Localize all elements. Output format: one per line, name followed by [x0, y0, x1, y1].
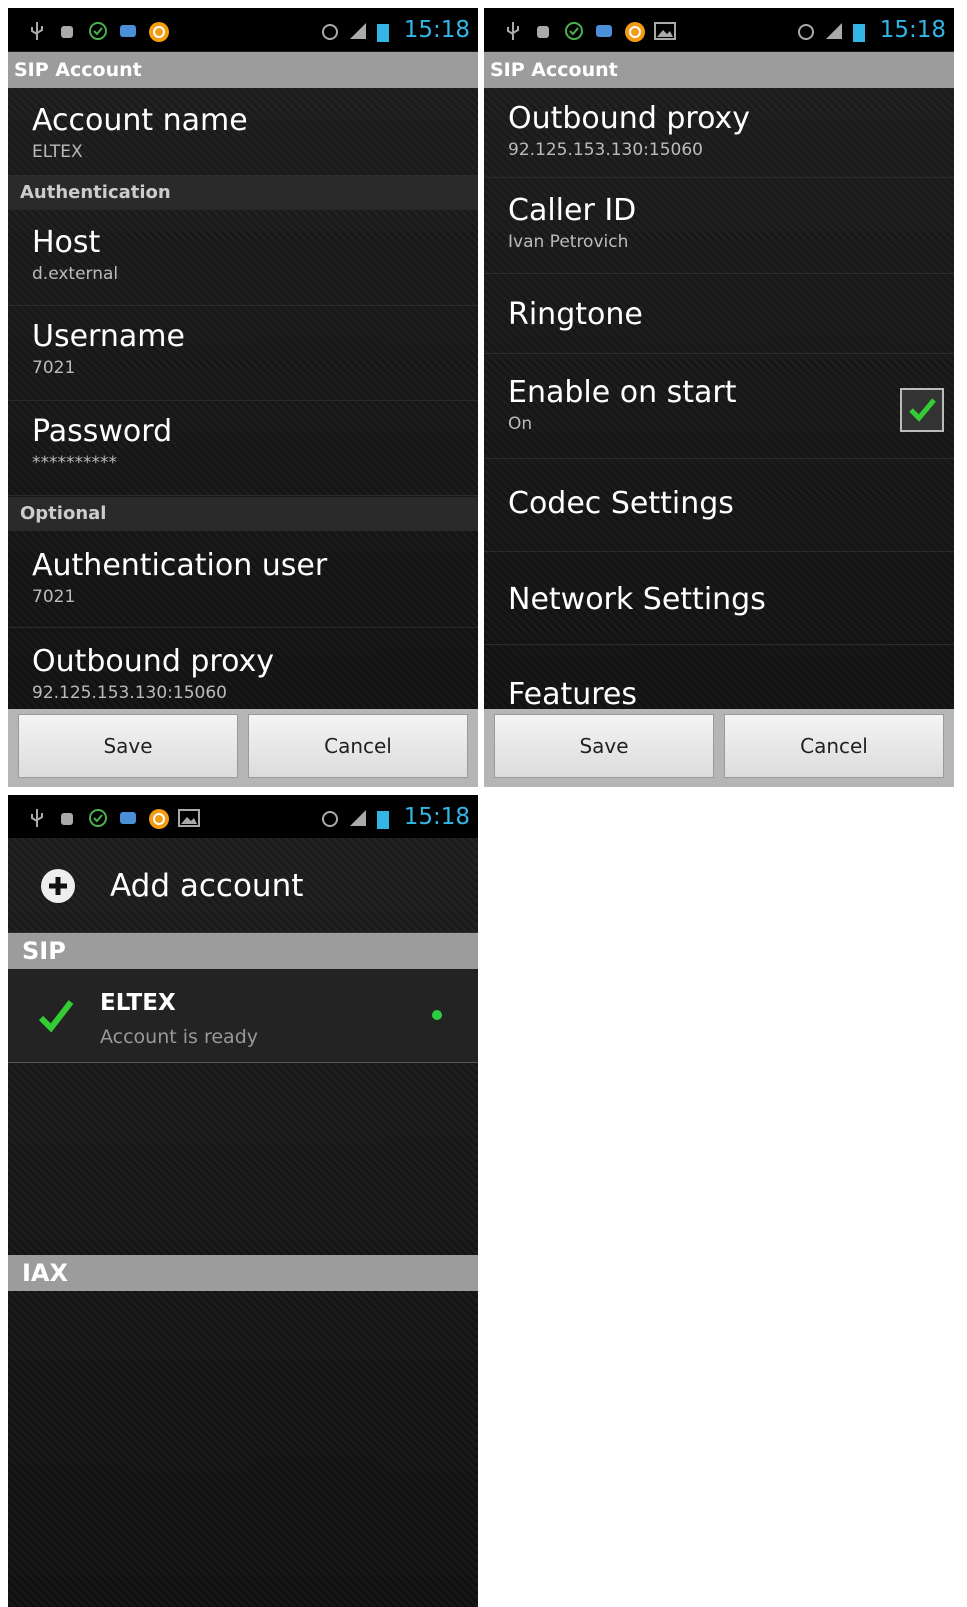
alarm-icon: [796, 21, 814, 40]
account-name: ELTEX: [100, 990, 176, 1016]
cancel-button[interactable]: Cancel: [724, 714, 944, 778]
pref-title: Caller ID: [508, 193, 637, 228]
pref-title: Account name: [32, 103, 248, 138]
message-icon: [594, 21, 612, 39]
account-row-eltex[interactable]: ELTEX Account is ready: [8, 970, 478, 1063]
account-status: Account is ready: [100, 1026, 259, 1048]
screen-title: SIP Account: [8, 52, 478, 88]
android-debug-icon: [534, 21, 552, 39]
status-bar: 15:18: [8, 795, 478, 838]
pref-title: Codec Settings: [508, 486, 734, 521]
pref-ringtone[interactable]: Ringtone: [484, 274, 954, 354]
pref-network-settings[interactable]: Network Settings: [484, 552, 954, 645]
image-icon: [654, 21, 676, 40]
clock: 15:18: [879, 16, 946, 43]
signal-icon: [824, 21, 842, 39]
pref-codec-settings[interactable]: Codec Settings: [484, 459, 954, 552]
pref-account-name[interactable]: Account name ELTEX: [8, 90, 478, 176]
android-debug-icon: [58, 21, 76, 39]
status-bar: 15:18: [484, 8, 954, 51]
screen-sip-account-2: 15:18 SIP Account Outbound proxy 92.125.…: [484, 8, 954, 787]
section-authentication: Authentication: [8, 176, 478, 210]
sync-icon: [624, 21, 645, 42]
pref-title: Username: [32, 319, 185, 354]
pref-summary: 92.125.153.130:15060: [508, 140, 703, 160]
add-account-row[interactable]: Add account: [8, 840, 478, 933]
signal-icon: [348, 21, 366, 39]
sync-icon: [148, 808, 169, 829]
alarm-icon: [320, 808, 338, 827]
signal-icon: [348, 808, 366, 826]
pref-username[interactable]: Username 7021: [8, 306, 478, 401]
pref-host[interactable]: Host d.external: [8, 212, 478, 306]
battery-icon: [376, 808, 394, 829]
section-optional: Optional: [8, 497, 478, 531]
pref-title: Ringtone: [508, 297, 643, 332]
alarm-icon: [320, 21, 338, 40]
status-bar: 15:18: [8, 8, 478, 51]
usb-icon: [504, 21, 522, 40]
checkmark-icon: [909, 398, 936, 422]
save-button[interactable]: Save: [18, 714, 238, 778]
pref-summary: Ivan Petrovich: [508, 232, 629, 252]
clock: 15:18: [403, 16, 470, 43]
clock: 15:18: [403, 803, 470, 830]
pref-summary: 7021: [32, 358, 76, 378]
cancel-button[interactable]: Cancel: [248, 714, 468, 778]
android-debug-icon: [58, 808, 76, 826]
pref-authentication-user[interactable]: Authentication user 7021: [8, 532, 478, 628]
pref-features[interactable]: Features: [484, 645, 954, 712]
pref-summary: 92.125.153.130:15060: [32, 683, 227, 703]
battery-icon: [376, 21, 394, 42]
message-icon: [118, 808, 136, 826]
pref-title: Outbound proxy: [32, 644, 275, 679]
sip-section-header: SIP: [8, 933, 478, 969]
pref-title: Outbound proxy: [508, 101, 751, 136]
image-icon: [178, 808, 200, 827]
pref-title: Features: [508, 677, 637, 712]
pref-password[interactable]: Password **********: [8, 401, 478, 496]
pref-title: Authentication user: [32, 548, 328, 583]
button-bar: Save Cancel: [484, 709, 954, 787]
pref-summary: ELTEX: [32, 142, 83, 162]
pref-title: Host: [32, 225, 101, 260]
pref-summary: **********: [32, 453, 117, 473]
pref-summary: 7021: [32, 587, 76, 607]
check-circle-icon: [88, 808, 107, 827]
status-dot-icon: [432, 1010, 442, 1020]
button-bar: Save Cancel: [8, 709, 478, 787]
iax-section-header: IAX: [8, 1255, 478, 1291]
pref-title: Password: [32, 414, 173, 449]
pref-summary: d.external: [32, 264, 119, 284]
pref-caller-id[interactable]: Caller ID Ivan Petrovich: [484, 178, 954, 274]
usb-icon: [28, 21, 46, 40]
message-icon: [118, 21, 136, 39]
check-circle-icon: [88, 21, 107, 40]
check-icon: [38, 998, 74, 1038]
screen-sip-account-1: 15:18 SIP Account Account name ELTEX Aut…: [8, 8, 478, 787]
pref-enable-on-start[interactable]: Enable on start On: [484, 354, 954, 459]
enable-on-start-checkbox[interactable]: [900, 388, 944, 432]
pref-outbound-proxy[interactable]: Outbound proxy 92.125.153.130:15060: [484, 90, 954, 178]
add-circle-icon: [40, 868, 76, 904]
screen-title: SIP Account: [484, 52, 954, 88]
battery-icon: [852, 21, 870, 42]
pref-title: Enable on start: [508, 375, 737, 410]
screen-accounts: 15:18 Add account SIP ELTEX Account is r…: [8, 795, 478, 1607]
pref-summary: On: [508, 414, 533, 434]
check-circle-icon: [564, 21, 583, 40]
pref-title: Network Settings: [508, 582, 766, 617]
usb-icon: [28, 808, 46, 827]
sync-icon: [148, 21, 169, 42]
save-button[interactable]: Save: [494, 714, 714, 778]
add-account-label: Add account: [110, 868, 304, 904]
pref-outbound-proxy[interactable]: Outbound proxy 92.125.153.130:15060: [8, 628, 478, 708]
